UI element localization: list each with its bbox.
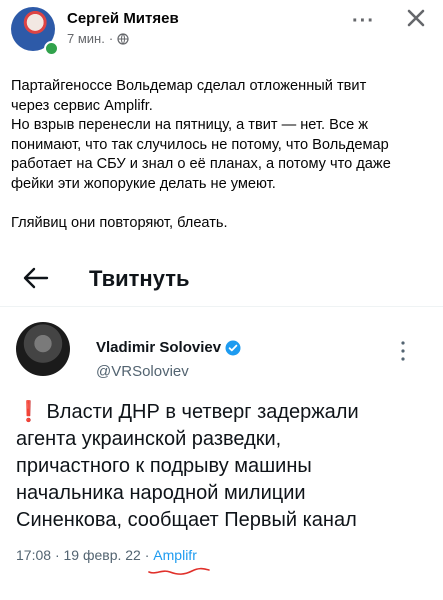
tweet-page-title: Твитнуть [89, 266, 190, 291]
post-line: работает на СБУ и знал о её планах, а по… [11, 156, 391, 172]
tweet-body: ❗ Власти ДНР в четверг задержали агента … [16, 399, 436, 534]
post-closing-line: Гляйвиц они повторяют, блеать. [11, 214, 228, 231]
header-divider [0, 306, 443, 307]
post-header: Сергей Митяев 7 мин. · ··· [0, 0, 443, 62]
post-line: Партайгеноссе Вольдемар сделал отложенны… [11, 78, 367, 94]
tweet-meta-separator: · [54, 547, 60, 563]
tweet-line: причастного к подрыву машины [16, 455, 312, 477]
post-line: Но взрыв перенесли на пятницу, а твит — … [11, 117, 369, 133]
post-body: Партайгеноссе Вольдемар сделал отложенны… [11, 77, 436, 233]
tweet-source-link[interactable]: Amplifr [153, 547, 197, 563]
tweet-author[interactable]: Vladimir Soloviev [96, 339, 241, 356]
tweet-line-text: Власти ДНР в четверг задержали [46, 401, 359, 423]
globe-icon [117, 32, 129, 45]
tweet-meta: 17:08 · 19 февр. 22 · Amplifr [16, 547, 197, 563]
post-line: понимают, что так случилось не потому, ч… [11, 136, 389, 153]
tweet-author-handle[interactable]: @VRSoloviev [96, 363, 189, 380]
more-options-icon[interactable]: ··· [352, 10, 375, 33]
back-arrow-icon[interactable] [23, 266, 49, 290]
post-line: через сервис Amplifr. [11, 97, 153, 114]
tweet-page-header: Твитнуть [0, 252, 443, 304]
author-name[interactable]: Сергей Митяев [67, 10, 179, 27]
post-line: фейки эти жопорукие делать не умеют. [11, 175, 276, 192]
tweet-line: ❗ Власти ДНР в четверг задержали [16, 399, 436, 426]
online-status-indicator [44, 41, 59, 56]
tweet-line: Синенкова, сообщает Первый канал [16, 509, 357, 531]
exclamation-icon: ❗ [16, 401, 41, 423]
tweet-more-options-icon[interactable] [400, 340, 406, 362]
verified-badge-icon [225, 340, 241, 355]
meta-separator: · [108, 31, 114, 46]
tweet-date[interactable]: 19 февр. 22 [64, 547, 141, 563]
tweet-time[interactable]: 17:08 [16, 547, 51, 563]
close-icon[interactable] [404, 6, 428, 30]
tweet-author-name[interactable]: Vladimir Soloviev [96, 339, 221, 356]
red-underline-annotation [148, 567, 210, 575]
tweet-line: начальника народной милиции [16, 482, 306, 504]
tweet-meta-separator: · [144, 547, 150, 563]
tweet-line: агента украинской разведки, [16, 428, 282, 450]
tweet-author-avatar[interactable] [16, 322, 70, 376]
post-time[interactable]: 7 мин. [67, 31, 105, 46]
post-meta: 7 мин. · [67, 31, 129, 46]
